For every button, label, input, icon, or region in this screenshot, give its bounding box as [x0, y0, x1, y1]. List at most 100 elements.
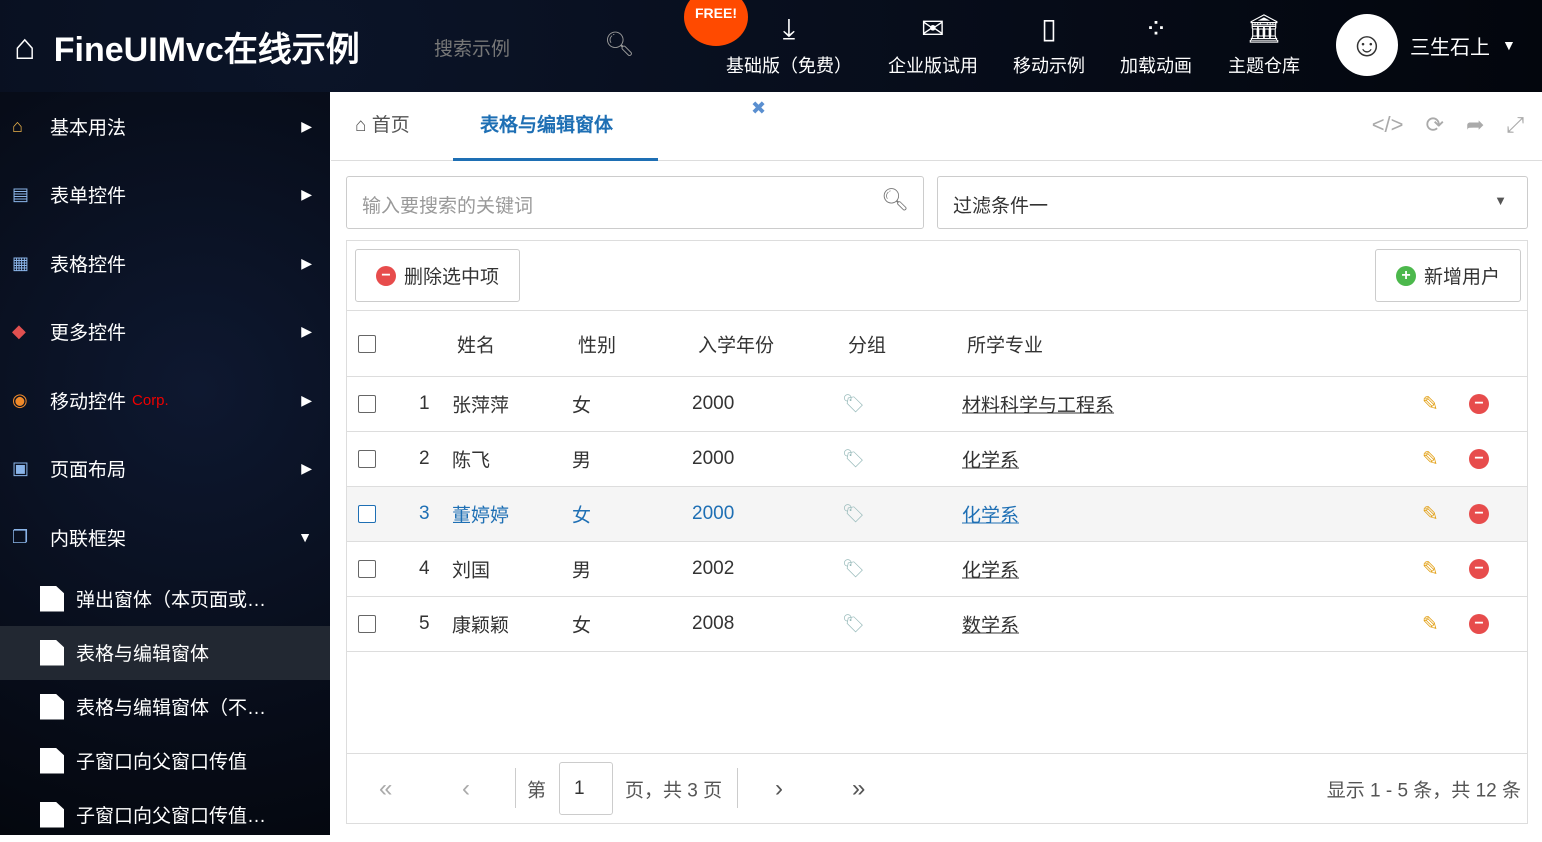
close-icon[interactable]: ✖ — [751, 74, 766, 142]
windows-icon: ❐ — [12, 526, 29, 547]
row-checkbox[interactable] — [358, 560, 376, 578]
select-all-checkbox[interactable] — [358, 334, 376, 353]
cell-gender: 男 — [572, 450, 592, 472]
delete-selected-button[interactable]: − 删除选中项 — [355, 249, 521, 302]
table-row[interactable]: 2 陈飞 男 2000 🏷︎ 化学系 ✎ − — [347, 432, 1527, 487]
header-search-input[interactable]: 搜索示例 🔍︎ — [434, 31, 634, 61]
cell-major-link[interactable]: 化学系 — [962, 501, 1019, 528]
sidebar-item-mobile[interactable]: ◉ 移动控件 Corp. ▶ — [0, 366, 330, 435]
form-icon: ▤ — [12, 184, 30, 205]
share-icon[interactable]: ➦ — [1466, 112, 1484, 138]
column-header[interactable]: 所学专业 — [967, 330, 1043, 357]
edit-pencil-icon[interactable]: ✎ — [1422, 502, 1439, 527]
logo[interactable]: ⌂ FineUIMvc在线示例 — [14, 22, 360, 71]
delete-row-icon[interactable]: − — [1469, 504, 1489, 524]
code-icon[interactable]: </> — [1372, 112, 1404, 138]
sidebar-label: 表格控件 — [50, 254, 127, 276]
tab-home[interactable]: ⌂ 首页 — [355, 92, 410, 161]
avatar: ☺ — [1336, 14, 1398, 76]
table-row[interactable]: 4 刘国 男 2002 🏷︎ 化学系 ✎ − — [347, 542, 1527, 597]
page-value: 1 — [574, 778, 585, 799]
search-icon[interactable]: 🔍︎ — [881, 187, 909, 213]
cell-major-link[interactable]: 数学系 — [962, 611, 1019, 638]
sidebar-item-grid[interactable]: ▦ 表格控件 ▶ — [0, 229, 330, 298]
sidebar-subitem[interactable]: 表格与编辑窗体（不… — [0, 680, 330, 734]
column-header[interactable]: 分组 — [848, 330, 886, 357]
cell-year: 2000 — [692, 448, 735, 469]
cell-major-link[interactable]: 化学系 — [962, 556, 1019, 583]
sidebar-item-layout[interactable]: ▣ 页面布局 ▶ — [0, 435, 330, 504]
delete-row-icon[interactable]: − — [1469, 614, 1489, 634]
sidebar-item-basic[interactable]: ⌂ 基本用法 ▶ — [0, 92, 330, 161]
next-page-icon[interactable]: › — [775, 775, 783, 803]
sidebar-subitem[interactable]: 子窗口向父窗口传值 — [0, 734, 330, 788]
column-header[interactable]: 姓名 — [457, 330, 495, 357]
file-icon — [40, 747, 64, 774]
first-page-icon[interactable]: « — [379, 775, 392, 803]
cell-name: 张萍萍 — [452, 395, 510, 417]
cell-major-link[interactable]: 化学系 — [962, 446, 1019, 473]
sidebar-label: 表格与编辑窗体 — [76, 644, 210, 665]
table-row[interactable]: 1 张萍萍 女 2000 🏷︎ 材料科学与工程系 ✎ − — [347, 377, 1527, 432]
sidebar-item-more[interactable]: ◆ 更多控件 ▶ — [0, 298, 330, 367]
search-placeholder: 输入要搜索的关键词 — [362, 196, 534, 217]
sidebar: ⌂ 基本用法 ▶ ▤ 表单控件 ▶ ▦ 表格控件 ▶ ◆ 更多控件 ▶ ◉ 移动控件 Corp. ▶ … — [0, 92, 330, 835]
tab-grid-edit[interactable]: 表格与编辑窗体 ✖ — [453, 92, 766, 161]
nav-mobile[interactable]: ▯ 移动示例 — [1013, 12, 1085, 78]
sidebar-subitem[interactable]: 子窗口向父窗口传值… — [0, 788, 330, 842]
row-number: 3 — [419, 503, 430, 524]
sidebar-label: 页面布局 — [50, 460, 127, 482]
sidebar-label: 内联框架 — [50, 528, 127, 550]
refresh-icon[interactable]: ⟳ — [1426, 112, 1444, 138]
prev-page-icon[interactable]: ‹ — [462, 775, 470, 803]
last-page-icon[interactable]: » — [852, 775, 865, 803]
search-icon[interactable]: 🔍︎ — [604, 30, 634, 59]
nav-basic[interactable]: ⤓ 基础版（免费） — [726, 12, 852, 78]
table-icon: ▦ — [12, 252, 30, 273]
caret-down-icon: ▼ — [1494, 193, 1507, 208]
cell-major-link[interactable]: 材料科学与工程系 — [962, 391, 1114, 418]
edit-pencil-icon[interactable]: ✎ — [1422, 612, 1439, 637]
sidebar-item-iframe[interactable]: ❐ 内联框架 ▼ — [0, 503, 330, 572]
edit-pencil-icon[interactable]: ✎ — [1422, 392, 1439, 417]
edit-pencil-icon[interactable]: ✎ — [1422, 447, 1439, 472]
grid-toolbar: − 删除选中项 + 新增用户 — [347, 241, 1527, 311]
table-row[interactable]: 3 董婷婷 女 2000 🏷︎ 化学系 ✎ − — [347, 487, 1527, 542]
nav-themes[interactable]: 🏛︎ 主题仓库 — [1228, 12, 1300, 78]
sidebar-subitem-active[interactable]: 表格与编辑窗体 — [0, 625, 330, 680]
divider — [737, 768, 738, 808]
button-label: 删除选中项 — [404, 267, 500, 288]
expand-icon[interactable]: ⤢ — [1506, 112, 1524, 138]
table-row[interactable]: 5 康颖颖 女 2008 🏷︎ 数学系 ✎ − — [347, 597, 1527, 652]
column-header[interactable]: 性别 — [578, 330, 616, 357]
cell-year: 2002 — [692, 558, 735, 579]
cell-gender: 女 — [572, 615, 592, 637]
nav-label: 主题仓库 — [1228, 56, 1300, 76]
nav-enterprise[interactable]: ✉ 企业版试用 — [888, 12, 978, 78]
button-label: 新增用户 — [1423, 267, 1500, 288]
layout-icon: ▣ — [12, 458, 30, 479]
sidebar-item-form[interactable]: ▤ 表单控件 ▶ — [0, 161, 330, 230]
row-checkbox[interactable] — [358, 505, 376, 523]
delete-row-icon[interactable]: − — [1469, 394, 1489, 414]
user-menu[interactable]: ☺ 三生石上 ▼ — [1336, 14, 1516, 76]
delete-row-icon[interactable]: − — [1469, 449, 1489, 469]
sidebar-subitem[interactable]: 弹出窗体（本页面或… — [0, 572, 330, 626]
add-user-button[interactable]: + 新增用户 — [1374, 249, 1521, 302]
page-input[interactable]: 1 — [559, 762, 613, 815]
cell-year: 2000 — [692, 393, 735, 414]
column-header[interactable]: 入学年份 — [698, 330, 774, 357]
delete-row-icon[interactable]: − — [1469, 559, 1489, 579]
app-title: FineUIMvc在线示例 — [53, 31, 360, 69]
nav-loading[interactable]: ⁘ 加载动画 — [1120, 12, 1192, 78]
sidebar-label: 更多控件 — [50, 323, 127, 345]
row-checkbox[interactable] — [358, 395, 376, 413]
filter-select[interactable]: 过滤条件一 ▼ — [937, 176, 1528, 229]
keyword-search-input[interactable]: 输入要搜索的关键词 🔍︎ — [346, 176, 924, 229]
edit-pencil-icon[interactable]: ✎ — [1422, 557, 1439, 582]
row-checkbox[interactable] — [358, 615, 376, 633]
row-checkbox[interactable] — [358, 450, 376, 468]
corp-badge: Corp. — [132, 391, 169, 409]
sidebar-label: 表单控件 — [50, 186, 127, 208]
cell-name: 刘国 — [452, 560, 491, 582]
